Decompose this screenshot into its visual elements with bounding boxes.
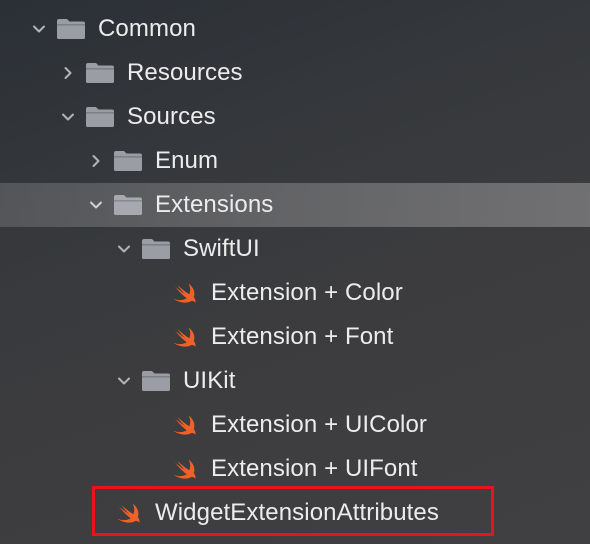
folder-icon: [113, 193, 143, 217]
swift-file-icon: [169, 413, 199, 437]
navigator-item-label: Extension + Font: [211, 323, 394, 350]
navigator-item-label: Extension + UIFont: [211, 455, 418, 482]
folder-icon: [56, 17, 86, 41]
navigator-item-label: Extension + Color: [211, 279, 403, 306]
navigator-row-resources[interactable]: Resources: [0, 51, 590, 95]
highlight-annotation-box: [92, 486, 494, 536]
chevron-down-icon[interactable]: [87, 196, 105, 214]
swift-file-icon: [169, 325, 199, 349]
project-navigator: Common Resources Sources Enum Extensions…: [0, 0, 590, 544]
folder-icon: [141, 369, 171, 393]
navigator-row-extensions[interactable]: Extensions: [0, 183, 590, 227]
navigator-item-label: Enum: [155, 147, 219, 174]
navigator-row-sources[interactable]: Sources: [0, 95, 590, 139]
navigator-row-enum[interactable]: Enum: [0, 139, 590, 183]
swift-file-icon: [169, 281, 199, 305]
navigator-item-label: Sources: [127, 103, 216, 130]
folder-icon: [85, 105, 115, 129]
swift-file-icon: [169, 457, 199, 481]
chevron-down-icon[interactable]: [59, 108, 77, 126]
chevron-right-icon[interactable]: [87, 152, 105, 170]
chevron-down-icon[interactable]: [115, 240, 133, 258]
chevron-down-icon[interactable]: [115, 372, 133, 390]
navigator-item-label: Extensions: [155, 191, 274, 218]
navigator-row-extension-font[interactable]: Extension + Font: [0, 315, 590, 359]
navigator-row-uikit[interactable]: UIKit: [0, 359, 590, 403]
navigator-row-extension-uifont[interactable]: Extension + UIFont: [0, 447, 590, 491]
navigator-item-label: UIKit: [183, 367, 236, 394]
chevron-down-icon[interactable]: [30, 20, 48, 38]
navigator-item-label: Extension + UIColor: [211, 411, 428, 438]
navigator-item-label: Resources: [127, 59, 243, 86]
folder-icon: [141, 237, 171, 261]
navigator-row-swiftui[interactable]: SwiftUI: [0, 227, 590, 271]
navigator-item-label: SwiftUI: [183, 235, 260, 262]
navigator-item-label: Common: [98, 15, 196, 42]
navigator-row-extension-color[interactable]: Extension + Color: [0, 271, 590, 315]
navigator-row-extension-uicolor[interactable]: Extension + UIColor: [0, 403, 590, 447]
folder-icon: [113, 149, 143, 173]
folder-icon: [85, 61, 115, 85]
chevron-right-icon[interactable]: [59, 64, 77, 82]
navigator-row-common[interactable]: Common: [0, 7, 590, 51]
